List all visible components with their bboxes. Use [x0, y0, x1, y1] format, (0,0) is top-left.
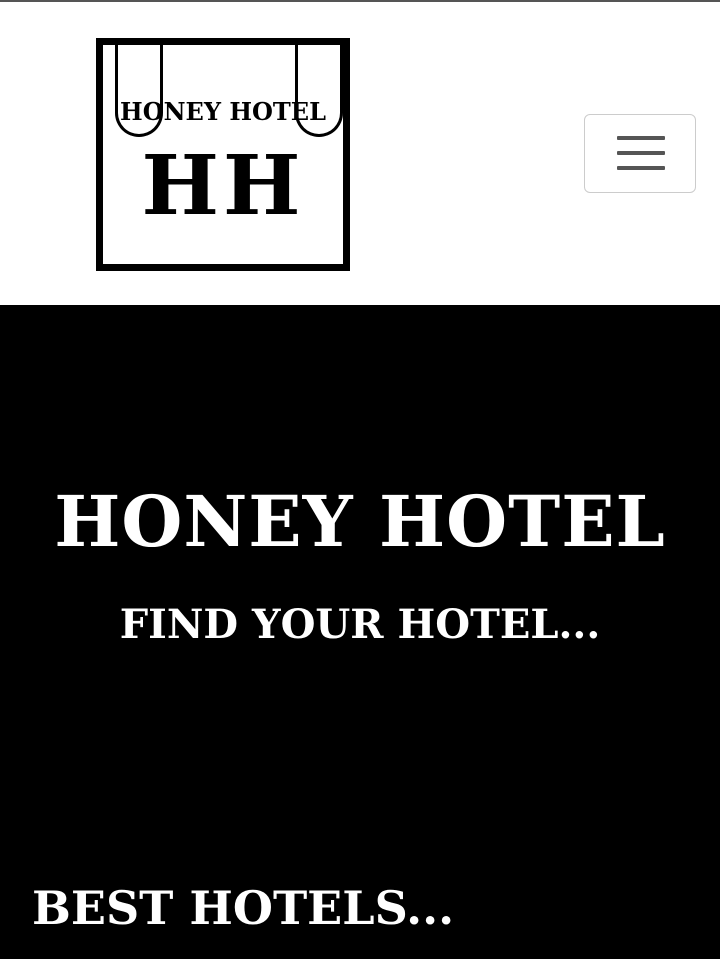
hamburger-menu-icon-bar — [617, 151, 665, 155]
logo-name: HONEY HOTEL — [120, 97, 326, 126]
hero-title: HONEY HOTEL — [54, 480, 666, 563]
best-hotels-heading: BEST HOTELS... — [32, 881, 455, 935]
hamburger-menu-icon — [617, 136, 665, 140]
hamburger-menu-icon-bar — [617, 166, 665, 170]
logo-mark: HH — [141, 138, 305, 234]
site-header: HONEY HOTEL HH — [0, 2, 720, 305]
hero-subtitle: FIND YOUR HOTEL... — [119, 601, 601, 648]
menu-toggle-button[interactable] — [584, 114, 696, 193]
site-logo[interactable]: HONEY HOTEL HH — [96, 38, 350, 271]
hero-section: HONEY HOTEL FIND YOUR HOTEL... BEST HOTE… — [0, 305, 720, 959]
